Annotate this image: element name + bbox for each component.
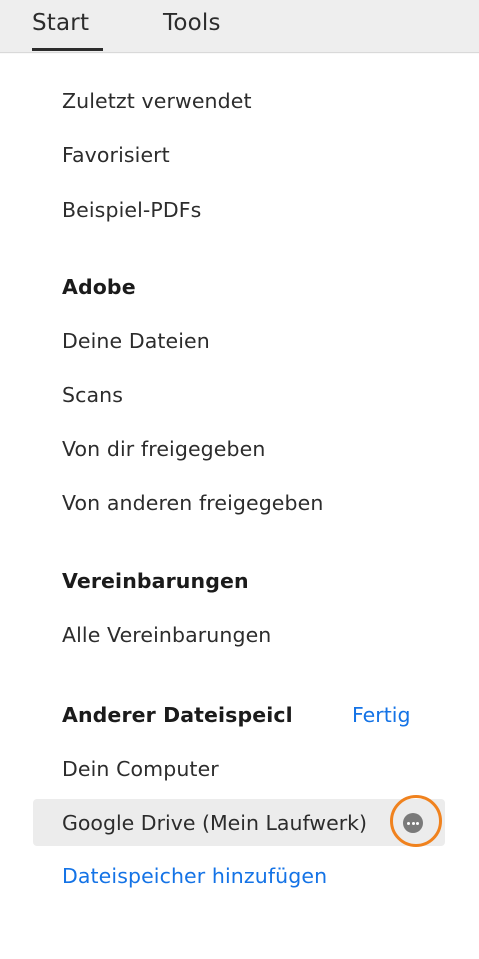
google-drive-label: Google Drive (Mein Laufwerk) [62, 811, 367, 835]
highlight-ring [390, 795, 442, 847]
tab-tools[interactable]: Tools [163, 10, 221, 36]
section-heading-agreements: Vereinbarungen [62, 569, 249, 593]
section-heading-other-storage: Anderer Dateispeicl [62, 703, 293, 727]
nav-item-favorites[interactable]: Favorisiert [62, 143, 170, 167]
nav-item-shared-by-others[interactable]: Von anderen freigegeben [62, 491, 323, 515]
nav-item-recent[interactable]: Zuletzt verwendet [62, 89, 252, 113]
active-tab-indicator [32, 48, 103, 51]
tab-bar: Start Tools [0, 0, 479, 53]
nav-item-sample-pdfs[interactable]: Beispiel-PDFs [62, 198, 201, 222]
section-heading-adobe: Adobe [62, 275, 136, 299]
nav-item-your-computer[interactable]: Dein Computer [62, 757, 219, 781]
nav-item-your-files[interactable]: Deine Dateien [62, 329, 210, 353]
nav-item-google-drive[interactable]: Google Drive (Mein Laufwerk) [33, 799, 445, 846]
nav-item-all-agreements[interactable]: Alle Vereinbarungen [62, 623, 271, 647]
add-storage-link[interactable]: Dateispeicher hinzufügen [62, 864, 327, 888]
done-link[interactable]: Fertig [352, 703, 410, 727]
nav-item-shared-by-you[interactable]: Von dir freigegeben [62, 437, 265, 461]
nav-item-scans[interactable]: Scans [62, 383, 123, 407]
tab-start[interactable]: Start [32, 10, 89, 36]
